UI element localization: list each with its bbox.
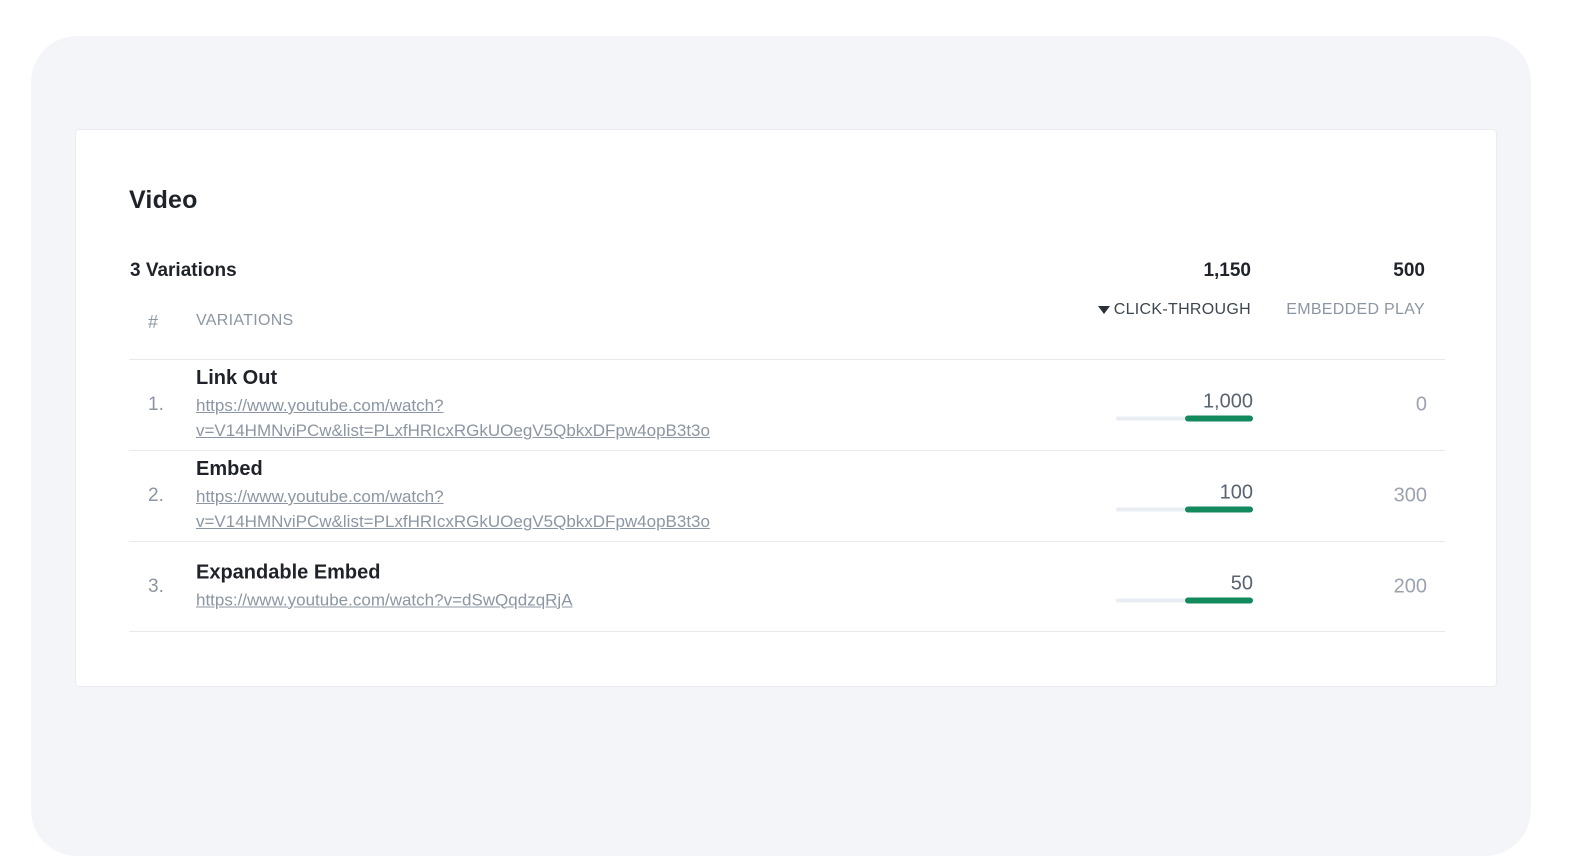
variation-url-link[interactable]: https://www.youtube.com/watch? v=V14HMNv… (196, 393, 710, 443)
click-through-value: 100 (1219, 481, 1253, 504)
row-number: 3. (148, 575, 164, 597)
variation-name: Expandable Embed (196, 561, 381, 583)
click-through-bar-track (1116, 415, 1253, 422)
click-through-bar-fill (1184, 506, 1253, 513)
embedded-play-value: 200 (1393, 575, 1427, 597)
embedded-play-value: 0 (1415, 393, 1427, 416)
section-title: Video (129, 186, 198, 214)
column-header-embedded-play[interactable]: EMBEDDED PLAY (1286, 301, 1425, 319)
row-number: 1. (148, 394, 164, 415)
video-card: Video 3 Variations 1,150 500 # VARIATION… (75, 129, 1497, 687)
variation-name: Link Out (196, 367, 278, 389)
embedded-play-total: 500 (1393, 260, 1425, 281)
click-through-bar-fill (1184, 415, 1253, 422)
column-header-number: # (148, 312, 159, 332)
table-row: 1. Link Out https://www.youtube.com/watc… (129, 359, 1445, 450)
click-through-cell: 50 (1116, 571, 1253, 603)
variation-url-line: https://www.youtube.com/watch? (196, 396, 444, 415)
column-header-click-through[interactable]: CLICK-THROUGH (1097, 301, 1251, 319)
variations-table: 1. Link Out https://www.youtube.com/watc… (129, 359, 1445, 632)
variation-url-line: https://www.youtube.com/watch?v=dSwQqdzq… (196, 590, 573, 609)
variation-url-link[interactable]: https://www.youtube.com/watch?v=dSwQqdzq… (196, 587, 573, 612)
column-header-click-through-label: CLICK-THROUGH (1113, 301, 1251, 318)
variation-url-line: v=V14HMNviPCw&list=PLxfHRIcxRGkUOegV5Qbk… (196, 512, 710, 531)
row-number: 2. (148, 485, 164, 506)
row-details: Embed https://www.youtube.com/watch? v=V… (196, 458, 710, 534)
column-header-variations[interactable]: VARIATIONS (196, 312, 294, 330)
click-through-cell: 100 (1116, 481, 1253, 513)
table-row: 3. Expandable Embed https://www.youtube.… (129, 541, 1445, 632)
variation-url-line: https://www.youtube.com/watch? (196, 487, 444, 506)
row-details: Expandable Embed https://www.youtube.com… (196, 561, 573, 612)
variation-name: Embed (196, 458, 263, 480)
embedded-play-value: 300 (1393, 484, 1427, 507)
variations-count: 3 Variations (130, 260, 237, 281)
click-through-cell: 1,000 (1116, 390, 1253, 422)
sort-descending-icon (1097, 306, 1110, 314)
table-row: 2. Embed https://www.youtube.com/watch? … (129, 450, 1445, 541)
variation-url-link[interactable]: https://www.youtube.com/watch? v=V14HMNv… (196, 484, 710, 534)
click-through-bar-fill (1184, 597, 1253, 603)
click-through-value: 50 (1230, 572, 1253, 594)
click-through-bar-track (1116, 506, 1253, 513)
row-details: Link Out https://www.youtube.com/watch? … (196, 367, 710, 443)
variation-url-line: v=V14HMNviPCw&list=PLxfHRIcxRGkUOegV5Qbk… (196, 421, 710, 440)
click-through-value: 1,000 (1202, 390, 1253, 413)
click-through-bar-track (1116, 597, 1253, 603)
click-through-total: 1,150 (1203, 260, 1251, 281)
